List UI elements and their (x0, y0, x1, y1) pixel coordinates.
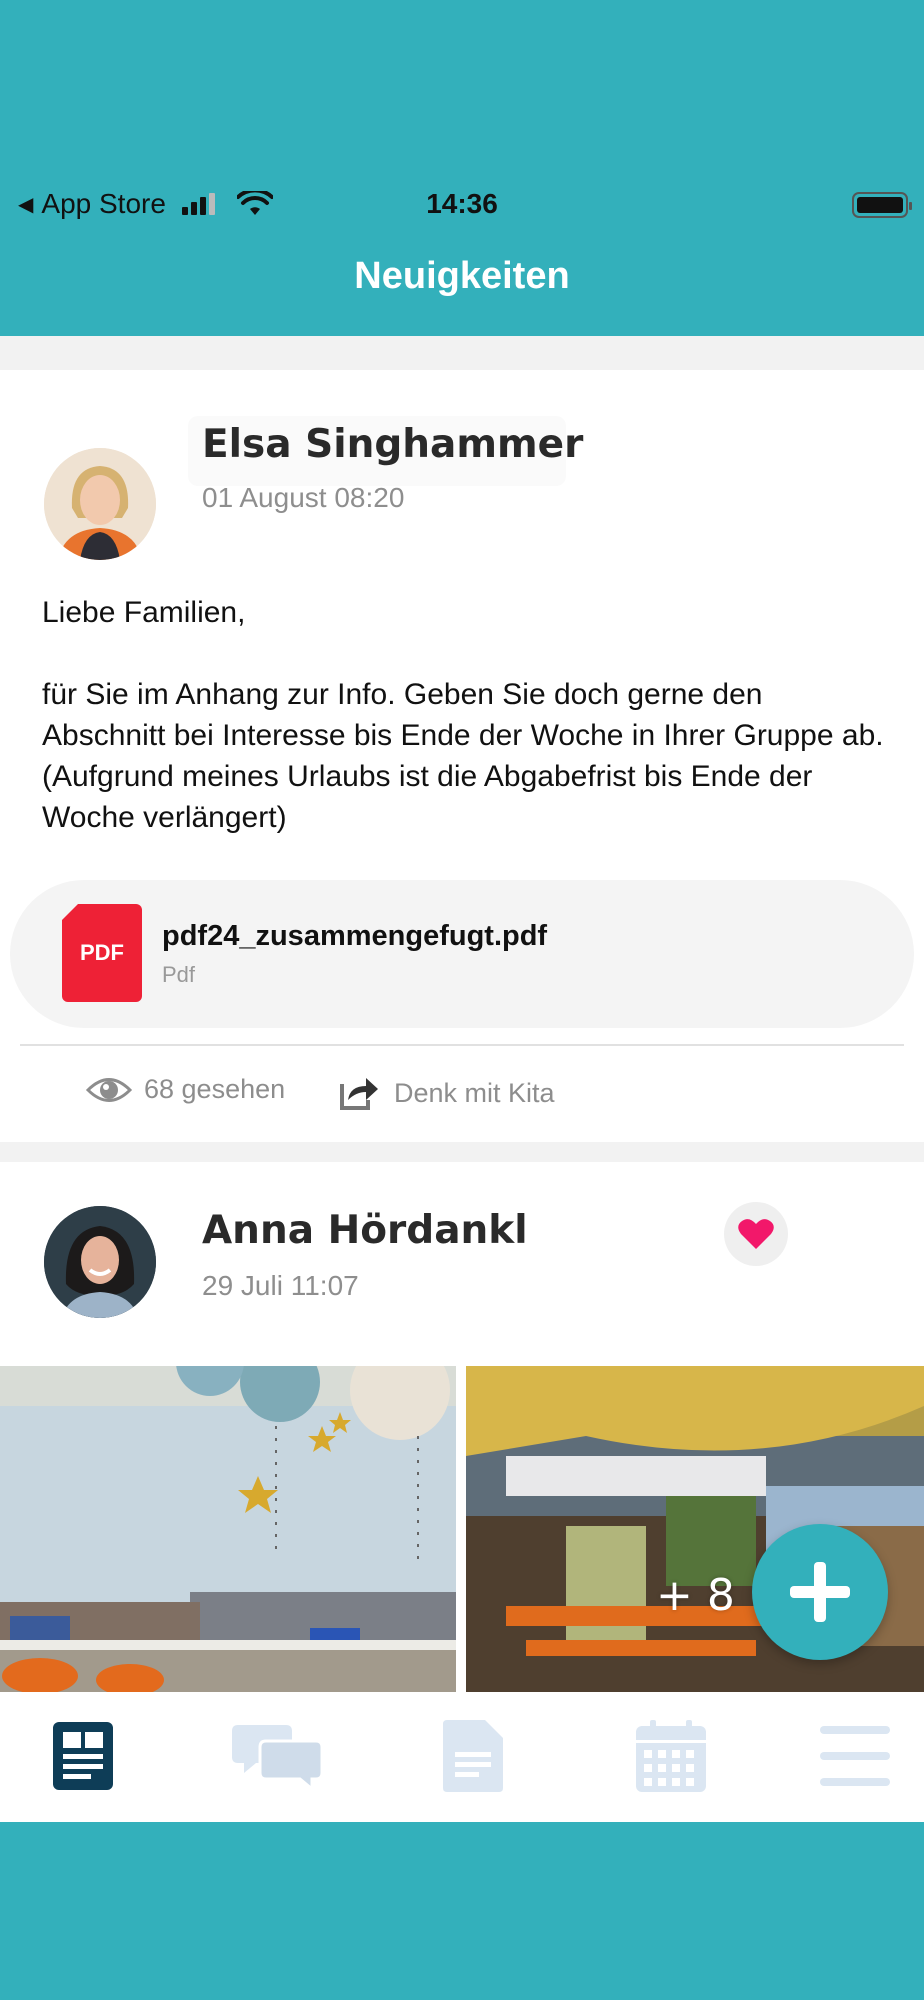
post-author-name[interactable]: Anna Hördankl (202, 1208, 528, 1253)
post-meta-row: 68 gesehen Denk mit Kita (0, 1060, 924, 1130)
avatar-photo (44, 1206, 156, 1318)
status-time: 14:36 (426, 188, 498, 219)
calendar-icon (636, 1720, 706, 1792)
page-title: Neuigkeiten (354, 255, 570, 297)
tab-menu[interactable] (810, 1716, 900, 1796)
news-icon (53, 1722, 113, 1790)
tab-news[interactable] (38, 1716, 128, 1796)
seen-count[interactable]: 68 gesehen (86, 1074, 285, 1105)
app-screen: ◀ App Store 14:36 Neuigkeiten Elsa Singh… (0, 0, 924, 2000)
seen-count-label: 68 gesehen (144, 1074, 286, 1104)
post-author-name[interactable]: Elsa Singhammer (202, 422, 583, 467)
post-body: Liebe Familien, für Sie im Anhang zur In… (42, 592, 892, 838)
pdf-attachment[interactable]: PDF pdf24_zusammengefugt.pdf Pdf (10, 880, 914, 1028)
post-photo[interactable] (0, 1366, 456, 1692)
pdf-icon-label: PDF (80, 940, 124, 965)
attachment-file-name: pdf24_zusammengefugt.pdf (162, 920, 548, 952)
more-photos-count[interactable]: + 8 (656, 1570, 735, 1621)
battery-icon (852, 192, 912, 218)
document-icon (443, 1720, 503, 1792)
tab-bar (0, 1692, 924, 1822)
post-date: 29 Juli 11:07 (202, 1270, 359, 1301)
post-date: 01 August 08:20 (202, 482, 405, 513)
like-button[interactable] (724, 1202, 788, 1266)
post-paragraph: für Sie im Anhang zur Info. Geben Sie do… (42, 678, 884, 834)
status-bar: ◀ App Store 14:36 (0, 180, 924, 224)
create-post-button[interactable] (752, 1524, 888, 1660)
pdf-file-icon: PDF (62, 904, 142, 1002)
menu-icon (820, 1726, 890, 1786)
news-feed[interactable]: Elsa Singhammer 01 August 08:20 Liebe Fa… (0, 336, 924, 1692)
shared-group-label: Denk mit Kita (394, 1077, 555, 1108)
divider (20, 1044, 904, 1046)
post-card[interactable]: Elsa Singhammer 01 August 08:20 Liebe Fa… (0, 370, 924, 1142)
chat-icon (232, 1725, 322, 1791)
post-paragraph: Liebe Familien, (42, 596, 246, 629)
classroom-photo (0, 1366, 456, 1692)
shared-group[interactable]: Denk mit Kita (338, 1074, 555, 1112)
share-icon (340, 1078, 378, 1110)
heart-icon (738, 1219, 774, 1249)
avatar-photo (44, 448, 156, 560)
tab-calendar[interactable] (626, 1716, 716, 1796)
eye-icon (86, 1077, 132, 1102)
author-avatar[interactable] (44, 448, 156, 560)
attachment-file-type: Pdf (162, 962, 196, 987)
author-avatar[interactable] (44, 1206, 156, 1318)
tab-documents[interactable] (428, 1716, 518, 1796)
tab-messages[interactable] (232, 1716, 322, 1796)
